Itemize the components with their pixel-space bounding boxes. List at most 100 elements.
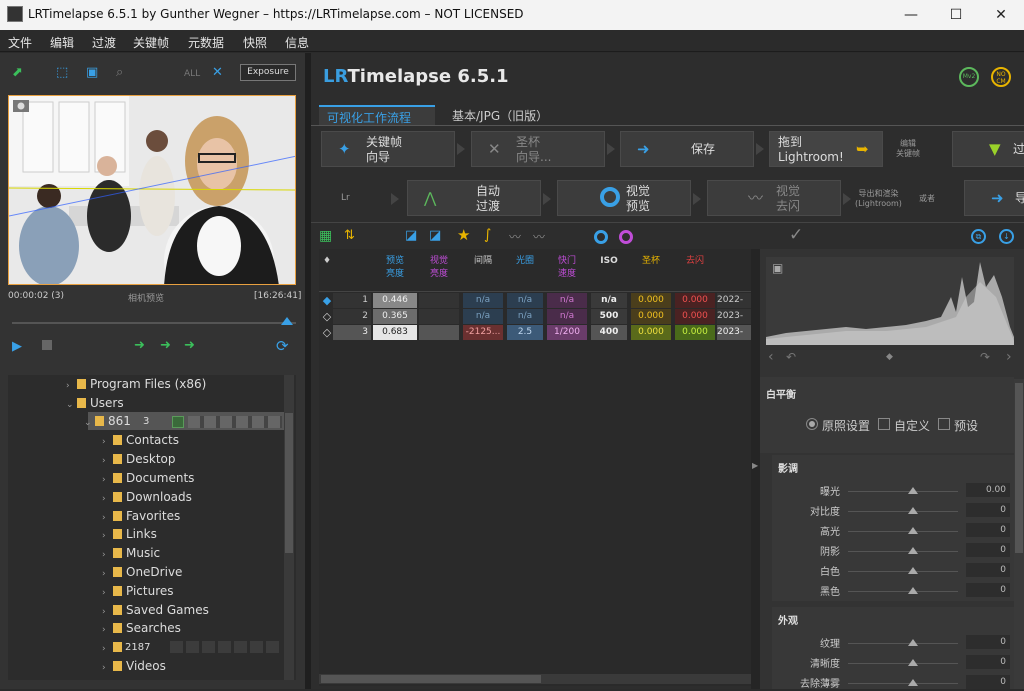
star-icon[interactable]: ★ <box>457 226 470 244</box>
export-sequence-icon[interactable]: ➜ <box>184 338 195 353</box>
filter-button[interactable]: ▼ 过 <box>952 131 1024 167</box>
tree-item-selected[interactable]: ⌄ 861 <box>84 414 131 428</box>
no-cm-badge[interactable]: NO CM <box>991 67 1011 87</box>
auto-transition-button[interactable]: ⋀ 自动 过渡 <box>407 180 541 216</box>
menu-file[interactable]: 文件 <box>8 34 32 51</box>
col-visual-luminance[interactable]: 视觉 亮度 <box>419 255 459 281</box>
deflicker-tool-icon[interactable]: 〰 <box>509 228 521 245</box>
menu-metadata[interactable]: 元数据 <box>188 34 224 51</box>
tree-item[interactable]: › Pictures <box>102 584 174 598</box>
wb-preset-checkbox[interactable] <box>938 418 950 430</box>
tree-item[interactable]: › Searches <box>102 621 181 635</box>
slider-whites[interactable]: 白色 0 <box>768 563 1014 579</box>
download-icon[interactable]: ↓ <box>999 229 1014 244</box>
tree-item[interactable]: › Favorites <box>102 509 180 523</box>
tree-item[interactable]: › OneDrive <box>102 565 182 579</box>
tree-item[interactable]: › Documents <box>102 471 194 485</box>
batch-edit-icon[interactable]: ◪ <box>429 228 441 243</box>
panel-scrollbar-thumb[interactable] <box>1015 383 1023 553</box>
table-hscrollbar-thumb[interactable] <box>321 675 541 683</box>
col-holy-grail[interactable]: 圣杯 <box>631 255 671 268</box>
slider-contrast[interactable]: 对比度 0 <box>768 503 1014 519</box>
keyframe-diamond-icon[interactable]: ◆ <box>321 293 333 308</box>
tree-scrollbar-thumb[interactable] <box>285 413 293 553</box>
sync-icon[interactable]: ➜ <box>160 338 171 353</box>
visual-preview-button[interactable]: 视觉 预览 <box>557 180 691 216</box>
visual-deflicker-button[interactable]: 〰 视觉 去闪 <box>707 180 841 216</box>
center-diamond-icon[interactable]: ◆ <box>886 352 893 362</box>
drag-to-lightroom-button[interactable]: 拖到 Lightroom! ➥ <box>769 131 883 167</box>
collapse-arrow-icon[interactable]: ▶ <box>752 461 758 470</box>
visual-preview-icon[interactable] <box>594 230 608 244</box>
play-icon[interactable]: ▶ <box>12 339 22 354</box>
visual-deflicker-icon[interactable] <box>619 230 633 244</box>
tab-basic-jpg[interactable]: 基本/JPG（旧版） <box>444 105 584 125</box>
tree-item[interactable]: › Links <box>102 527 157 541</box>
undo-icon[interactable]: ↶ <box>786 350 796 364</box>
mv2-badge[interactable]: Mv2 <box>959 67 979 87</box>
exposure-button[interactable]: Exposure <box>240 64 296 81</box>
stop-icon[interactable] <box>42 340 52 350</box>
slider-clarity[interactable]: 清晰度 0 <box>768 655 1014 671</box>
search-icon[interactable]: ⌕ <box>116 65 123 80</box>
col-aperture[interactable]: 光圈 <box>507 255 543 268</box>
import-icon[interactable]: ➜ <box>134 338 145 353</box>
table-row[interactable]: ◆ 1 0.446 n/a n/a n/a n/a 0.000 0.000 20… <box>319 293 751 308</box>
tree-item[interactable]: › Program Files (x86) <box>66 377 206 391</box>
wb-custom-checkbox[interactable] <box>878 418 890 430</box>
tab-visual-workflow[interactable]: 可视化工作流程 <box>319 105 435 125</box>
maximize-button[interactable]: ☐ <box>941 4 971 26</box>
slider-texture[interactable]: 纹理 0 <box>768 635 1014 651</box>
next-arrow-icon[interactable]: › <box>1006 349 1012 365</box>
menu-transition[interactable]: 过渡 <box>92 34 116 51</box>
keyframe-wizard-button[interactable]: ✦ 关键帧 向导 <box>321 131 455 167</box>
image-icon[interactable]: ▣ <box>86 65 98 80</box>
slider-shadows[interactable]: 阴影 0 <box>768 543 1014 559</box>
crossover-icon[interactable]: ✕ <box>212 65 223 80</box>
slider-highlights[interactable]: 高光 0 <box>768 523 1014 539</box>
col-deflicker[interactable]: 去闪 <box>675 255 715 268</box>
tree-item[interactable]: ⌄ Users <box>66 396 124 410</box>
col-iso[interactable]: ISO <box>591 255 627 268</box>
minimize-button[interactable]: — <box>896 4 926 26</box>
tree-item[interactable]: › <box>102 640 126 654</box>
refresh-icon[interactable]: ⟳ <box>276 337 289 355</box>
edit-icon[interactable]: ◪ <box>405 228 417 243</box>
tree-item[interactable]: › Contacts <box>102 433 179 447</box>
slider-blacks[interactable]: 黑色 0 <box>768 583 1014 599</box>
copy-icon[interactable]: ⧉ <box>971 229 986 244</box>
table-row[interactable]: ◇ 2 0.365 n/a n/a n/a 500 0.000 0.000 20… <box>319 309 751 324</box>
col-keyframe[interactable]: ♦ <box>321 255 333 268</box>
curve-tool-icon[interactable]: ∫ <box>484 227 491 243</box>
col-preview-luminance[interactable]: 预览 亮度 <box>373 255 417 281</box>
tree-item[interactable]: › Saved Games <box>102 603 209 617</box>
smooth-tool-icon[interactable]: 〰 <box>533 228 545 245</box>
tree-item[interactable]: › Downloads <box>102 490 192 504</box>
timeline-thumb[interactable] <box>281 317 293 325</box>
export-button[interactable]: ➜ 导 <box>964 180 1024 216</box>
checkmark-icon[interactable]: ✓ <box>789 225 803 245</box>
selection-icon[interactable]: ⬚ <box>56 65 68 80</box>
menu-keyframes[interactable]: 关键帧 <box>133 34 169 51</box>
close-button[interactable]: ✕ <box>986 4 1016 26</box>
tree-item[interactable]: › Desktop <box>102 452 176 466</box>
redo-icon[interactable]: ↷ <box>980 350 990 364</box>
all-filter-label[interactable]: ALL <box>184 69 200 79</box>
save-button[interactable]: ➜ 保存 <box>620 131 754 167</box>
prev-arrow-icon[interactable]: ‹ <box>768 349 774 365</box>
sort-az-icon[interactable]: ⇅ <box>344 228 355 243</box>
keyframe-diamond-icon[interactable]: ◇ <box>321 325 333 340</box>
wb-as-shot-radio[interactable] <box>806 418 818 430</box>
table-grid-icon[interactable]: ▦ <box>319 228 332 244</box>
keyframe-diamond-icon[interactable]: ◇ <box>321 309 333 324</box>
menu-info[interactable]: 信息 <box>285 34 309 51</box>
col-interval[interactable]: 间隔 <box>463 255 503 268</box>
col-shutter-speed[interactable]: 快门 速度 <box>547 255 587 281</box>
table-row-selected[interactable]: ◇ 3 0.683 -2125... 2.5 1/200 400 0.000 0… <box>319 325 751 340</box>
menu-snapshot[interactable]: 快照 <box>243 34 267 51</box>
holy-grail-wizard-button[interactable]: ✕ 圣杯 向导... <box>471 131 605 167</box>
timeline-slider[interactable] <box>12 322 296 324</box>
tree-item[interactable]: › Videos <box>102 659 166 673</box>
slider-exposure[interactable]: 曝光 0.00 <box>768 483 1014 499</box>
menu-edit[interactable]: 编辑 <box>50 34 74 51</box>
